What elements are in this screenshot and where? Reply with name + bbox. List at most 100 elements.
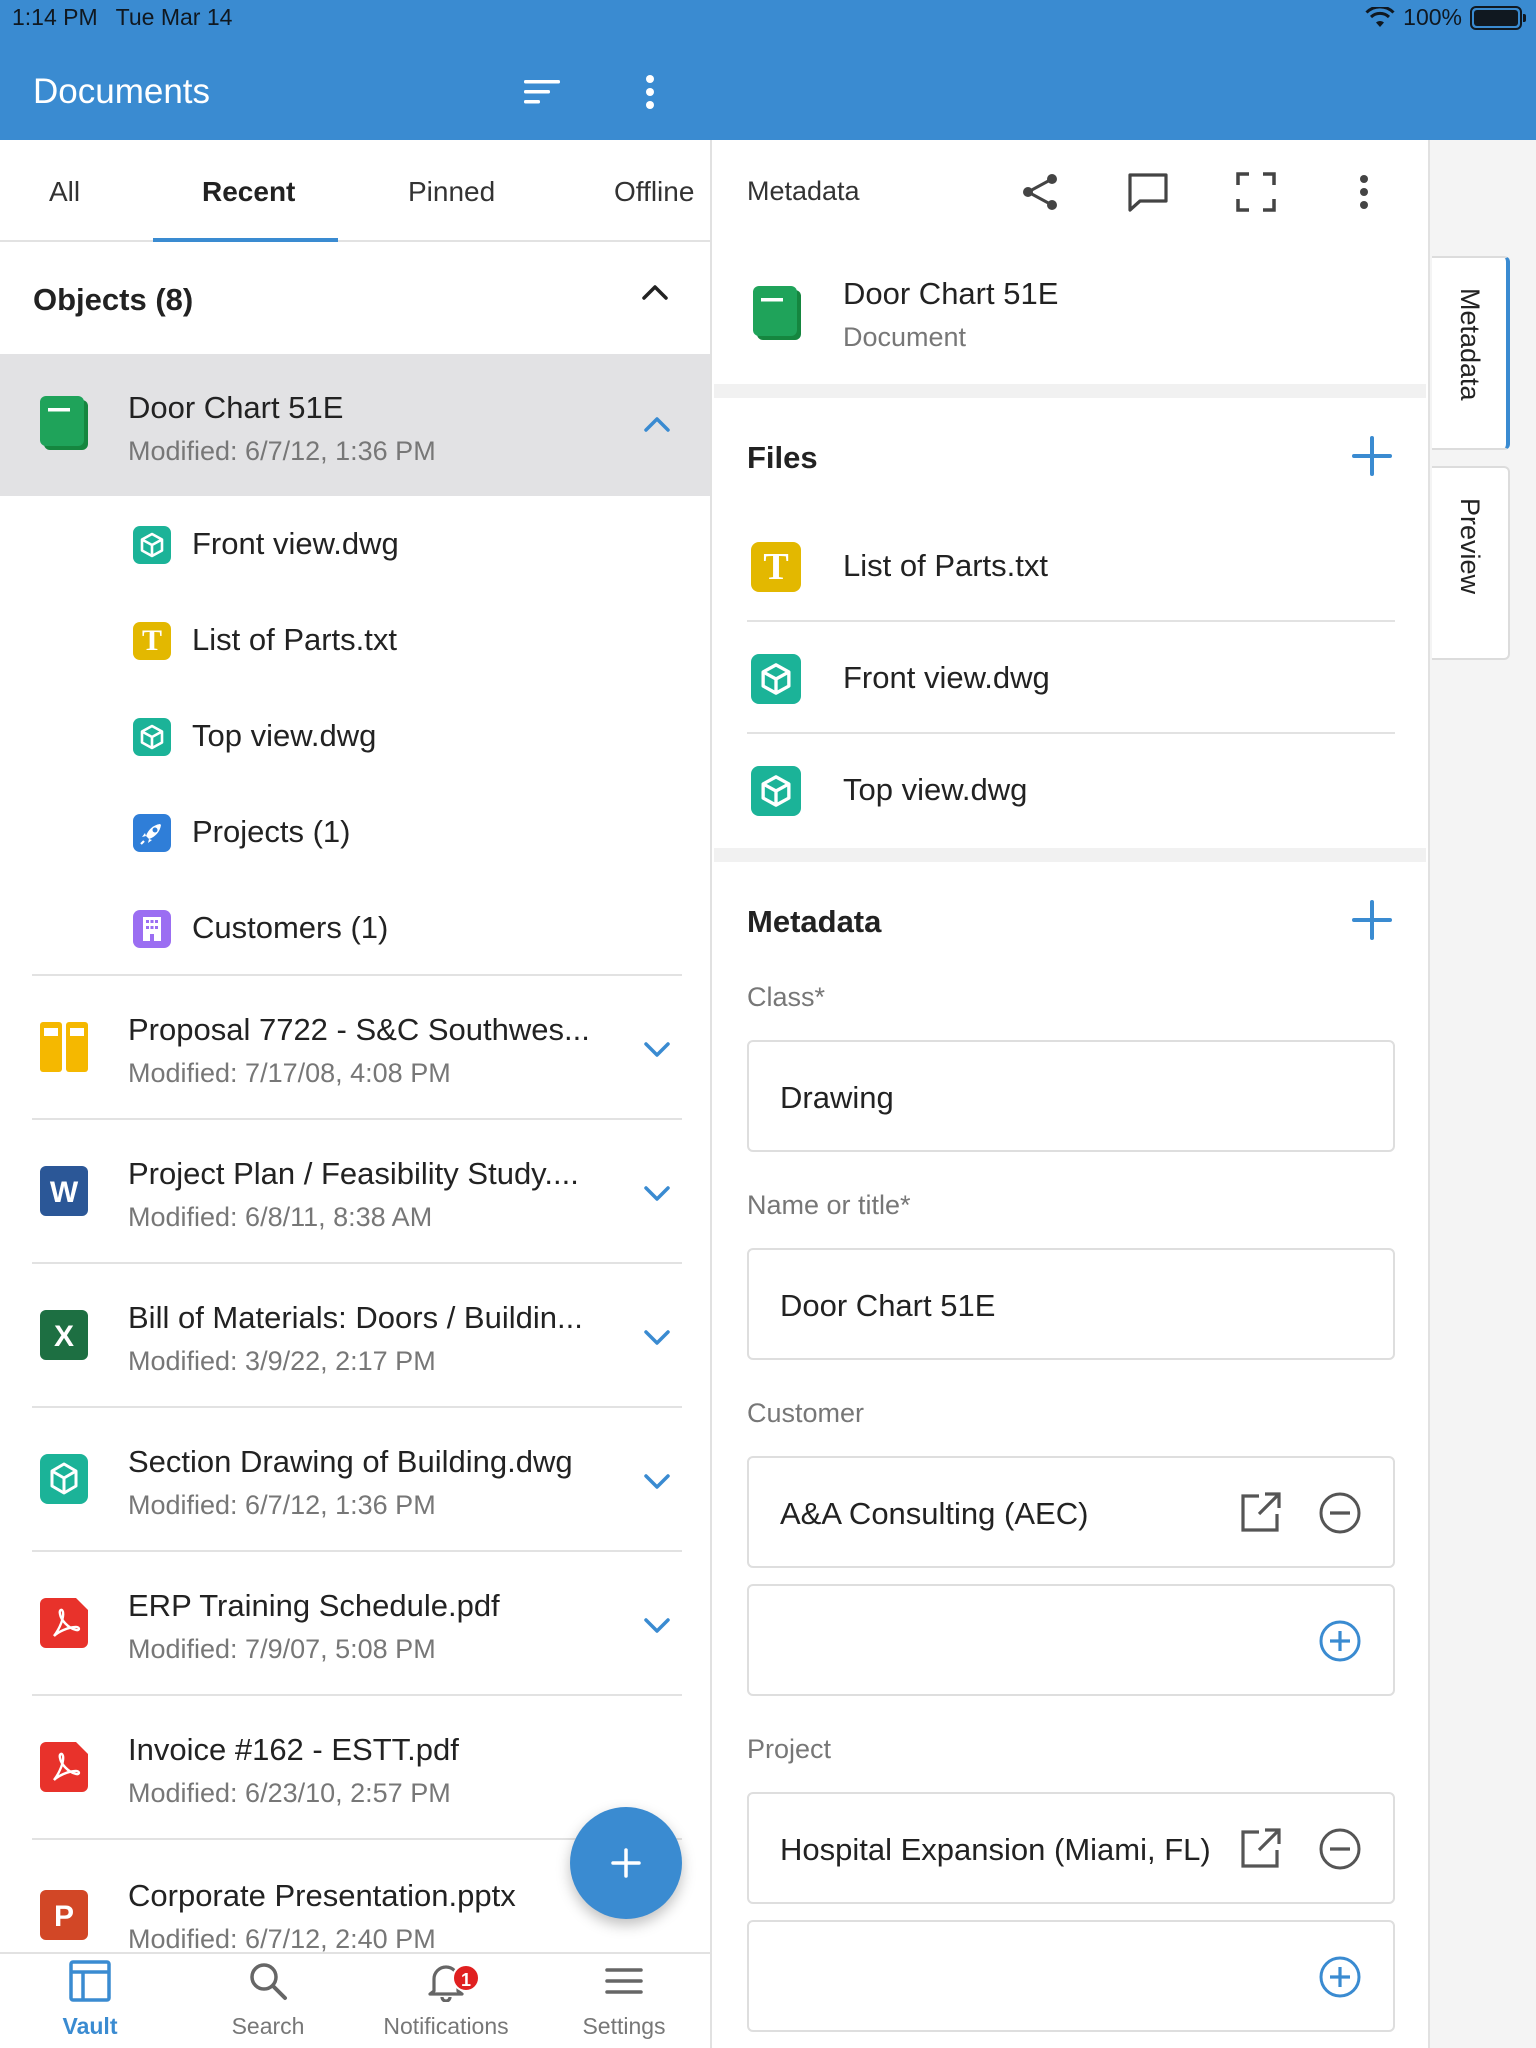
- more-vertical-icon[interactable]: [1340, 168, 1388, 216]
- side-tab-preview[interactable]: Preview: [1432, 466, 1510, 660]
- object-modified: Modified: 7/9/07, 5:08 PM: [128, 1634, 436, 1664]
- svg-text:X: X: [54, 1320, 74, 1353]
- nav-search[interactable]: Search: [188, 1960, 348, 2040]
- nav-label: Notifications: [383, 2013, 509, 2039]
- details-toolbar-title: Metadata: [747, 176, 860, 206]
- building-icon: [133, 910, 171, 948]
- list-item[interactable]: Section Drawing of Building.dwg Modified…: [0, 1408, 710, 1552]
- bottom-navigation: Vault Search 1 Notifications Settings: [0, 1952, 712, 2048]
- child-item-front-view[interactable]: Front view.dwg: [0, 496, 710, 592]
- nav-vault[interactable]: Vault: [10, 1960, 170, 2040]
- child-name: Front view.dwg: [192, 526, 399, 561]
- tab-recent[interactable]: Recent: [202, 176, 295, 208]
- file-row[interactable]: Top view.dwg: [714, 734, 1426, 846]
- add-circle-icon[interactable]: [1317, 1618, 1363, 1664]
- word-icon: W: [40, 1166, 88, 1216]
- project-field[interactable]: Hospital Expansion (Miami, FL): [747, 1792, 1395, 1904]
- sort-icon[interactable]: [520, 70, 564, 114]
- battery-icon: [1470, 5, 1526, 30]
- tab-pinned[interactable]: Pinned: [408, 176, 495, 208]
- nav-label: Search: [231, 2013, 305, 2039]
- remove-icon[interactable]: [1317, 1826, 1363, 1872]
- object-modified: Modified: 6/7/12, 2:40 PM: [128, 1924, 436, 1952]
- comment-icon[interactable]: [1124, 168, 1172, 216]
- file-row[interactable]: T List of Parts.txt: [714, 510, 1426, 622]
- nav-settings[interactable]: Settings: [544, 1960, 704, 2040]
- files-section-title: Files: [747, 440, 818, 475]
- open-external-icon[interactable]: [1237, 1490, 1283, 1536]
- details-object-type: Document: [843, 322, 967, 352]
- object-name: Proposal 7722 - S&C Southwes...: [128, 1012, 590, 1047]
- class-field[interactable]: Drawing: [747, 1040, 1395, 1152]
- object-name: Door Chart 51E: [128, 390, 344, 425]
- remove-icon[interactable]: [1317, 1490, 1363, 1536]
- status-right: 100%: [1365, 4, 1526, 31]
- name-field[interactable]: Door Chart 51E: [747, 1248, 1395, 1360]
- text-file-icon: T: [751, 542, 801, 592]
- chevron-up-icon[interactable]: [642, 414, 672, 434]
- file-row[interactable]: Front view.dwg: [714, 622, 1426, 734]
- chevron-down-icon[interactable]: [642, 1184, 672, 1204]
- child-item-projects[interactable]: Projects (1): [0, 784, 710, 880]
- binder-icon: [40, 1022, 88, 1072]
- cube-icon: [751, 766, 801, 816]
- object-list-pane: All Recent Pinned Offline Objects (8) Do…: [0, 140, 712, 1952]
- customer-add-field[interactable]: [747, 1584, 1395, 1696]
- child-name: Customers (1): [192, 910, 389, 945]
- chevron-up-icon[interactable]: [640, 282, 670, 302]
- cube-icon: [133, 718, 171, 756]
- selected-object-row[interactable]: Door Chart 51E Modified: 6/7/12, 1:36 PM: [0, 354, 710, 496]
- object-name: Bill of Materials: Doors / Buildin...: [128, 1300, 583, 1335]
- side-tab-metadata[interactable]: Metadata: [1432, 256, 1510, 450]
- vault-icon: [69, 1960, 111, 2002]
- details-object-name: Door Chart 51E: [843, 276, 1059, 311]
- object-modified: Modified: 6/23/10, 2:57 PM: [128, 1778, 451, 1808]
- add-circle-icon[interactable]: [1317, 1954, 1363, 2000]
- add-file-icon[interactable]: [1350, 434, 1394, 478]
- pdf-icon: [40, 1598, 88, 1648]
- menu-icon: [605, 1968, 643, 1994]
- open-external-icon[interactable]: [1237, 1826, 1283, 1872]
- class-label: Class*: [747, 982, 826, 1012]
- tab-offline[interactable]: Offline: [614, 176, 694, 208]
- project-value: Hospital Expansion (Miami, FL): [780, 1832, 1211, 1867]
- fullscreen-icon[interactable]: [1232, 168, 1280, 216]
- pdf-icon: [40, 1742, 88, 1792]
- svg-text:P: P: [54, 1900, 74, 1933]
- child-item-list-of-parts[interactable]: T List of Parts.txt: [0, 592, 710, 688]
- chevron-down-icon[interactable]: [642, 1040, 672, 1060]
- share-icon[interactable]: [1016, 168, 1064, 216]
- details-toolbar: Metadata: [714, 140, 1426, 242]
- more-vertical-icon[interactable]: [628, 70, 672, 114]
- object-modified: Modified: 3/9/22, 2:17 PM: [128, 1346, 436, 1376]
- chevron-down-icon[interactable]: [642, 1472, 672, 1492]
- list-item[interactable]: W Project Plan / Feasibility Study.... M…: [0, 1120, 710, 1264]
- add-object-button[interactable]: [570, 1807, 682, 1919]
- object-name: Corporate Presentation.pptx: [128, 1878, 516, 1913]
- file-name: List of Parts.txt: [843, 548, 1049, 583]
- document-icon: [753, 286, 801, 340]
- status-bar: 1:14 PM Tue Mar 14: [12, 4, 232, 31]
- chevron-down-icon[interactable]: [642, 1616, 672, 1636]
- object-header-card: Door Chart 51E Document: [714, 242, 1426, 384]
- notification-badge: 1: [452, 1964, 480, 1992]
- svg-text:W: W: [50, 1176, 79, 1209]
- customer-field[interactable]: A&A Consulting (AEC): [747, 1456, 1395, 1568]
- list-item[interactable]: X Bill of Materials: Doors / Buildin... …: [0, 1264, 710, 1408]
- battery-percent: 100%: [1403, 4, 1462, 30]
- status-time: 1:14 PM: [12, 4, 98, 30]
- objects-section-title: Objects (8): [33, 282, 194, 317]
- list-item[interactable]: ERP Training Schedule.pdf Modified: 7/9/…: [0, 1552, 710, 1696]
- chevron-down-icon[interactable]: [642, 1328, 672, 1348]
- objects-section-header[interactable]: Objects (8): [0, 242, 710, 354]
- text-file-icon: T: [133, 622, 171, 660]
- list-item[interactable]: Proposal 7722 - S&C Southwes... Modified…: [0, 976, 710, 1120]
- child-item-top-view[interactable]: Top view.dwg: [0, 688, 710, 784]
- add-property-icon[interactable]: [1350, 898, 1394, 942]
- nav-notifications[interactable]: 1 Notifications: [366, 1960, 526, 2040]
- plus-icon: [611, 1848, 641, 1878]
- child-item-customers[interactable]: Customers (1): [0, 880, 710, 976]
- tab-all[interactable]: All: [49, 176, 80, 208]
- app-bar: 1:14 PM Tue Mar 14 100% Documents: [0, 0, 1536, 140]
- project-add-field[interactable]: [747, 1920, 1395, 2032]
